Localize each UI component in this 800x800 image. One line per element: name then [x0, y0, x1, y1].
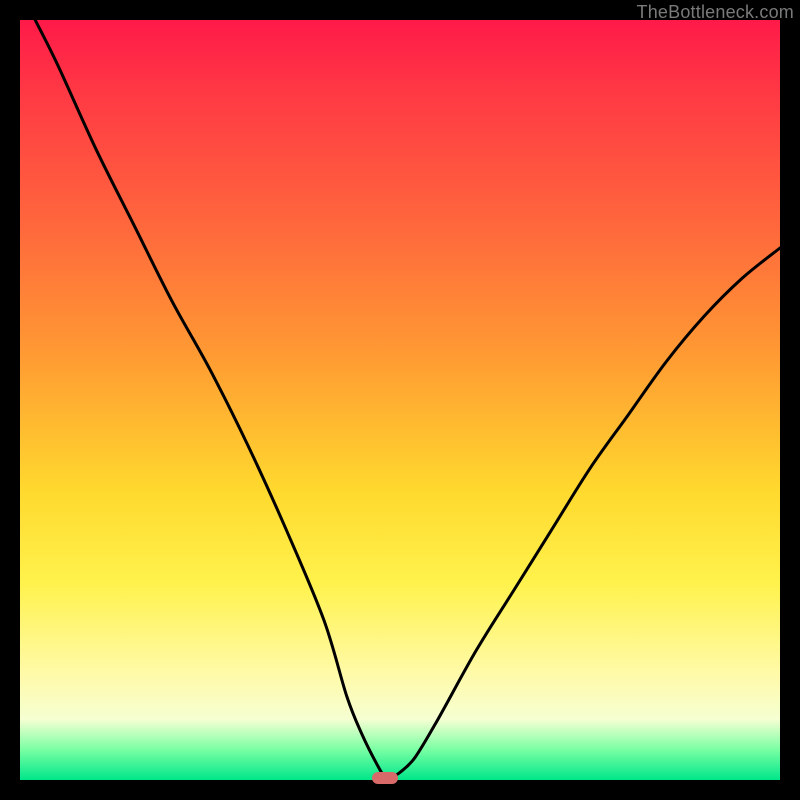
chart-frame: TheBottleneck.com: [0, 0, 800, 800]
bottleneck-curve: [20, 20, 780, 780]
optimal-marker: [372, 772, 398, 784]
plot-area: [20, 20, 780, 780]
watermark-text: TheBottleneck.com: [637, 2, 794, 23]
